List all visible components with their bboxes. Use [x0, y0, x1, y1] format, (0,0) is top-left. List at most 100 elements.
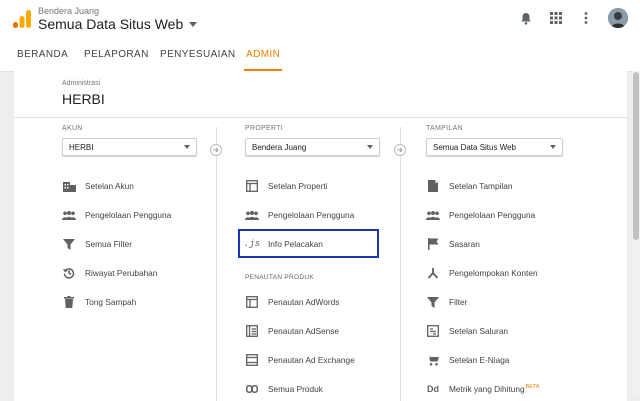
menu-item-label: Semua Produk — [268, 384, 323, 394]
menu-item-label: Sasaran — [449, 239, 480, 249]
property-column: PROPERTI Bendera Juang — [245, 125, 380, 156]
menu-item-setelan-properti[interactable]: Setelan Properti — [245, 177, 328, 195]
window-icon — [245, 179, 259, 193]
header-actions — [518, 8, 628, 28]
divider — [14, 117, 627, 118]
tab-beranda[interactable]: BERANDA — [15, 40, 70, 69]
property-column-label: PROPERTI — [245, 125, 284, 132]
account-column-label: AKUN — [62, 125, 83, 132]
column-separator — [400, 127, 401, 401]
menu-item-label: Setelan Properti — [268, 181, 328, 191]
arrow-right-icon — [210, 144, 222, 156]
tab-penyesuaian[interactable]: PENYESUAIAN — [158, 40, 238, 69]
property-select-value: Bendera Juang — [252, 142, 307, 152]
menu-item-filter[interactable]: Filter — [426, 293, 467, 311]
property-selector[interactable]: Semua Data Situs Web — [38, 16, 198, 32]
tab-admin[interactable]: ADMIN — [244, 40, 283, 71]
menu-item-semua-produk[interactable]: Semua Produk — [245, 380, 323, 398]
chevron-down-icon — [184, 145, 190, 149]
menu-item-pengelolaan-pengguna-akun[interactable]: Pengelolaan Pengguna — [62, 206, 171, 224]
tab-pelaporan[interactable]: PELAPORAN — [82, 40, 151, 69]
property-name: Semua Data Situs Web — [38, 16, 184, 32]
menu-item-penautan-adwords[interactable]: Penautan AdWords — [245, 293, 339, 311]
view-select[interactable]: Semua Data Situs Web — [426, 138, 563, 156]
menu-item-label: Penautan AdSense — [268, 326, 340, 336]
menu-item-pengelolaan-pengguna-tampilan[interactable]: Pengelolaan Pengguna — [426, 206, 535, 224]
users-icon — [426, 208, 440, 222]
window-icon — [245, 353, 259, 367]
menu-item-tong-sampah[interactable]: Tong Sampah — [62, 293, 136, 311]
menu-item-label: Tong Sampah — [85, 297, 137, 307]
cart-icon — [426, 353, 440, 367]
menu-item-label: Pengelompokan Konten — [449, 268, 538, 278]
chevron-down-icon — [189, 21, 198, 27]
view-column-label: TAMPILAN — [426, 125, 463, 132]
flag-icon — [426, 237, 440, 251]
analytics-logo-icon[interactable] — [12, 9, 32, 29]
section-label-penautan-produk: PENAUTAN PRODUK — [245, 274, 315, 281]
account-select[interactable]: HERBI — [62, 138, 197, 156]
column-separator — [216, 127, 217, 401]
document-icon — [426, 179, 440, 193]
trash-icon — [62, 295, 76, 309]
admin-panel: Administrasi HERBI AKUN HERBI Setelan Ak… — [14, 71, 627, 401]
menu-item-label: Setelan E-Niaga — [449, 355, 510, 365]
menu-item-setelan-akun[interactable]: Setelan Akun — [62, 177, 134, 195]
menu-item-setelan-e-niaga[interactable]: Setelan E-Niaga — [426, 351, 509, 369]
menu-item-label: Riwayat Perubahan — [85, 268, 158, 278]
arrow-right-icon — [394, 144, 406, 156]
menu-item-label: Penautan Ad Exchange — [268, 355, 355, 365]
menu-item-pengelompokan-konten[interactable]: Pengelompokan Konten — [426, 264, 538, 282]
list-window-icon — [245, 324, 259, 338]
account-select-value: HERBI — [69, 142, 94, 152]
window-icon — [245, 295, 259, 309]
scrollbar-thumb[interactable] — [633, 72, 639, 240]
menu-item-pengelolaan-pengguna-properti[interactable]: Pengelolaan Pengguna — [245, 206, 354, 224]
menu-item-setelan-saluran[interactable]: Setelan Saluran — [426, 322, 508, 340]
beta-badge: BETA — [525, 384, 540, 390]
menu-item-label: Pengelolaan Pengguna — [449, 210, 536, 220]
users-icon — [245, 208, 259, 222]
menu-item-label: Penautan AdWords — [268, 297, 340, 307]
view-select-value: Semua Data Situs Web — [433, 142, 517, 152]
hierarchy-icon — [426, 266, 440, 280]
main-nav: BERANDA PELAPORAN PENYESUAIAN ADMIN — [0, 40, 640, 72]
menu-item-label: Metrik yang Dihitung — [449, 384, 525, 394]
building-icon — [62, 179, 76, 193]
chevron-down-icon — [550, 145, 556, 149]
js-icon: .js — [243, 239, 261, 249]
notifications-icon[interactable] — [518, 8, 534, 28]
history-icon — [62, 266, 76, 280]
menu-item-semua-filter[interactable]: Semua Filter — [62, 235, 132, 253]
menu-item-penautan-adsense[interactable]: Penautan AdSense — [245, 322, 339, 340]
menu-item-penautan-ad-exchange[interactable]: Penautan Ad Exchange — [245, 351, 355, 369]
menu-item-label: Semua Filter — [85, 239, 133, 249]
menu-item-setelan-tampilan[interactable]: Setelan Tampilan — [426, 177, 513, 195]
menu-item-sasaran[interactable]: Sasaran — [426, 235, 480, 253]
chevron-down-icon — [367, 145, 373, 149]
view-column: TAMPILAN Semua Data Situs Web — [426, 125, 563, 156]
menu-item-label: Pengelolaan Pengguna — [268, 210, 355, 220]
menu-item-label: Setelan Tampilan — [449, 181, 513, 191]
top-header: Bendera Juang Semua Data Situs Web — [0, 0, 640, 41]
menu-item-label: Setelan Akun — [85, 181, 134, 191]
apps-grid-icon[interactable] — [548, 8, 564, 28]
account-column: AKUN HERBI — [62, 125, 197, 156]
menu-item-info-pelacakan[interactable]: .js Info Pelacakan — [243, 235, 323, 253]
channel-icon — [426, 324, 440, 338]
menu-item-label: Info Pelacakan — [268, 239, 323, 249]
property-select[interactable]: Bendera Juang — [245, 138, 380, 156]
filter-icon — [426, 295, 440, 309]
menu-item-label: Filter — [449, 297, 468, 307]
admin-breadcrumb: Administrasi — [62, 80, 101, 87]
page-title: HERBI — [62, 91, 105, 107]
account-subtitle: Bendera Juang — [38, 6, 100, 16]
menu-item-metrik-yang-dihitung[interactable]: Dd Metrik yang Dihitung BETA — [426, 380, 540, 398]
avatar[interactable] — [608, 8, 628, 28]
filter-icon — [62, 237, 76, 251]
menu-item-riwayat-perubahan[interactable]: Riwayat Perubahan — [62, 264, 157, 282]
more-vert-icon[interactable] — [578, 8, 594, 28]
menu-item-label: Setelan Saluran — [449, 326, 509, 336]
menu-item-label: Pengelolaan Pengguna — [85, 210, 172, 220]
users-icon — [62, 208, 76, 222]
